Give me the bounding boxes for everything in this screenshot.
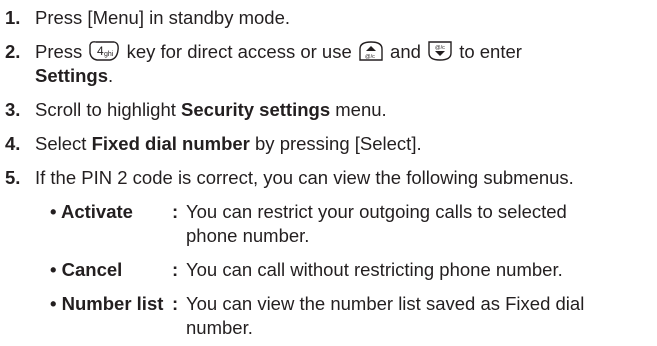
step-text-part: and [390,41,421,62]
submenu-number-list: • Number list : You can view the number … [0,292,657,340]
step-text-part: Press [35,41,83,62]
submenu-label: • Activate [50,201,133,222]
step-text-part: Select [35,133,87,154]
step-number: 3. [5,99,21,120]
step-text-part: . [107,65,114,86]
submenu-label: • Number list [50,293,164,314]
step-text: Select Fixed dial number by pressing [Se… [35,132,422,156]
submenu-colon: : [172,293,179,314]
step-text-part: Scroll to highlight [35,99,176,120]
step-text: Settings. [35,64,113,88]
step-text-part: key for direct access or use [126,41,352,62]
step-text: If the PIN 2 code is correct, you can vi… [35,167,574,188]
step-text: Scroll to highlight Security settings me… [35,98,387,122]
step-number: 5. [5,167,21,188]
submenu-activate: • Activate : You can restrict your outgo… [0,200,657,248]
step-text: Press [Menu] in standby mode. [35,7,291,28]
security-settings-keyword: Security settings [181,99,331,120]
step-text-part: menu. [335,99,387,120]
svg-text:@/c: @/c [435,45,445,51]
submenu-cancel: • Cancel : You can call without restrict… [0,258,657,282]
svg-text:ghi: ghi [104,51,114,58]
submenu-description: You can view the number list saved as Fi… [186,293,585,314]
step-text-part: by pressing [Select]. [255,133,422,154]
submenu-colon: : [172,201,179,222]
submenu-description: You can restrict your outgoing calls to … [186,201,567,222]
step-number: 4. [5,133,21,154]
step-number: 1. [5,7,21,28]
step-number: 2. [5,41,21,62]
submenu-description: You can call without restricting phone n… [186,259,563,280]
svg-text:@/c: @/c [365,54,375,60]
submenu-label: • Cancel [50,259,123,280]
submenu-description-continued: number. [186,317,253,338]
step-text-part: to enter [459,41,522,62]
nav-up-key-icon: @/c [357,39,385,63]
svg-text:4: 4 [97,44,104,58]
fixed-dial-number-keyword: Fixed dial number [91,133,250,154]
settings-keyword: Settings [35,65,108,86]
instruction-page: 1. Press [Menu] in standby mode. 2. Pres… [0,0,657,346]
key-4-ghi-icon: 4 ghi [87,39,121,63]
submenu-colon: : [172,259,179,280]
submenu-description-continued: phone number. [186,225,310,246]
step-text: Press 4 ghi key for direct access or use… [35,40,522,65]
nav-down-key-icon: @/c [426,39,454,63]
